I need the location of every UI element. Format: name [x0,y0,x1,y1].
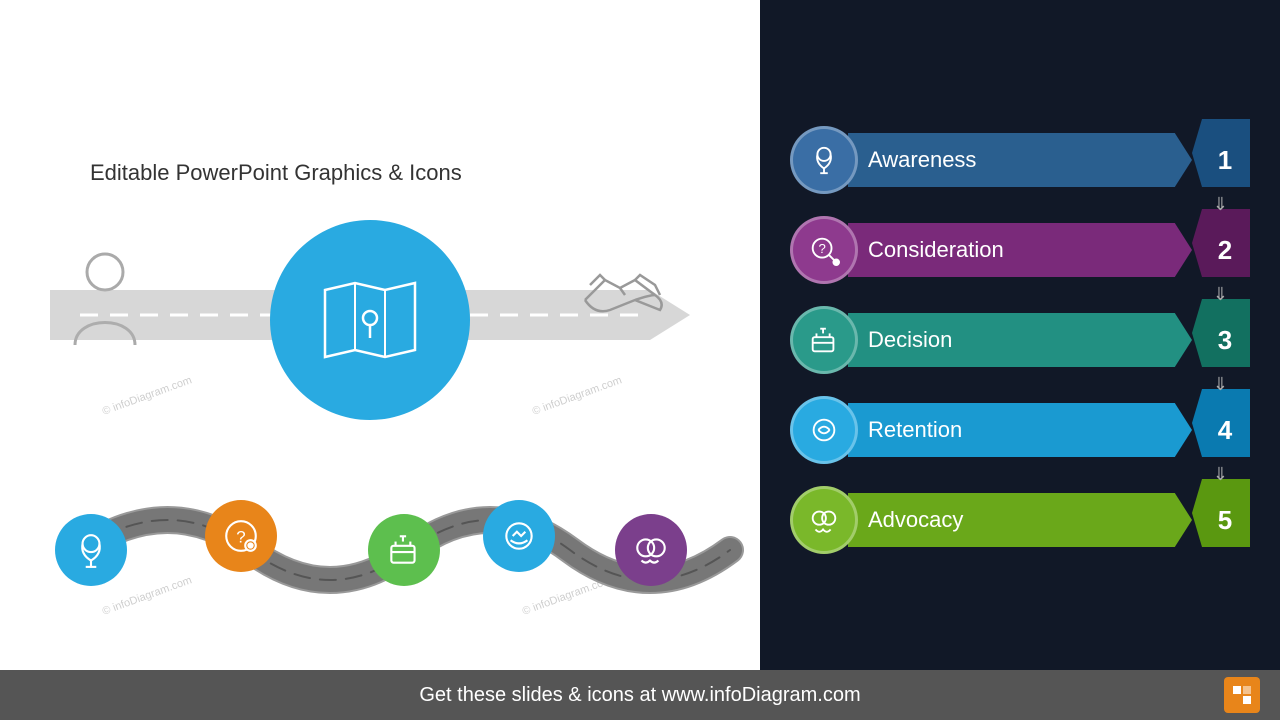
journey-item-decision: Decision 3⇓ [790,299,1250,381]
left-panel: Editable PowerPoint Graphics & Icons [0,0,760,680]
footer-text: Get these slides & icons at www.infoDiag… [419,684,860,707]
journey-bar-consideration: Consideration [848,223,1192,277]
svg-text:?: ? [818,241,825,256]
journey-item-retention: Retention 4⇓ [790,389,1250,471]
journey-circle-awareness [790,126,858,194]
map-circle [270,220,470,420]
step-consideration: ? [205,500,277,572]
journey-circle-consideration: ? [790,216,858,284]
svg-text:?: ? [236,527,245,546]
journey-number-3: 3 [1192,306,1250,374]
journey-item-awareness: Awareness 1⇓ [790,119,1250,201]
right-panel: Awareness 1⇓ ? Consideration 2⇓ Decision… [760,0,1280,680]
step-awareness [55,514,127,586]
journey-number-1: 1 [1192,126,1250,194]
journey-label-decision: Decision [868,327,1192,353]
journey-circle-decision [790,306,858,374]
journey-bar-decision: Decision [848,313,1192,367]
footer-logo [1224,677,1260,713]
watermark-1: © infoDiagram.com [101,374,194,418]
journey-circle-advocacy [790,486,858,554]
subtitle: Editable PowerPoint Graphics & Icons [90,160,462,186]
watermark-2: © infoDiagram.com [531,374,624,418]
journey-number-2: 2 [1192,216,1250,284]
journey-bar-awareness: Awareness [848,133,1192,187]
step-advocacy [615,514,687,586]
bottom-road-section: ? [50,470,750,630]
arrow-down-3: ⇓ [1213,374,1228,395]
handshake-icon [580,260,670,338]
step-retention [483,500,555,572]
journey-label-awareness: Awareness [868,147,1192,173]
journey-label-retention: Retention [868,417,1192,443]
footer: Get these slides & icons at www.infoDiag… [0,670,1280,720]
arrow-down-1: ⇓ [1213,194,1228,215]
journey-bar-advocacy: Advocacy [848,493,1192,547]
journey-number-5: 5 [1192,486,1250,554]
journey-bar-retention: Retention [848,403,1192,457]
journey-label-advocacy: Advocacy [868,507,1192,533]
journey-item-consideration: ? Consideration 2⇓ [790,209,1250,291]
journey-item-advocacy: Advocacy 5 [790,479,1250,561]
arrow-down-2: ⇓ [1213,284,1228,305]
step-decision [368,514,440,586]
arrow-down-4: ⇓ [1213,464,1228,485]
journey-number-4: 4 [1192,396,1250,464]
journey-circle-retention [790,396,858,464]
journey-label-consideration: Consideration [868,237,1192,263]
